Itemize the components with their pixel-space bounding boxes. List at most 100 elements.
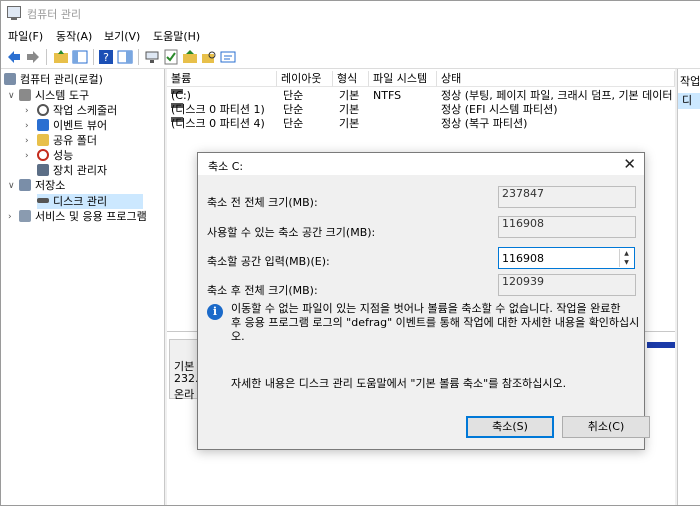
toolbar-separator [46, 49, 47, 65]
tree-label-task-scheduler: 작업 스케줄러 [53, 104, 118, 117]
available-space-label: 사용할 수 있는 축소 공간 크기(MB): [207, 226, 376, 239]
menu-action[interactable]: 동작(A) [56, 28, 92, 44]
window-title: 컴퓨터 관리 [27, 8, 82, 21]
tree-item-storage[interactable]: 저장소 [19, 178, 65, 193]
help-icon[interactable]: ? [98, 49, 114, 65]
tree-label-disk-management: 디스크 관리 [53, 195, 108, 208]
chevron-right-icon[interactable]: › [25, 151, 29, 161]
volume-layout: 단순 [283, 89, 304, 102]
chevron-right-icon[interactable]: › [25, 136, 29, 146]
up-folder-icon[interactable] [53, 49, 69, 65]
column-header-volume[interactable]: 볼륨 [167, 71, 277, 87]
performance-icon [37, 149, 49, 161]
info-message: 이동할 수 없는 파일이 있는 지점을 벗어나 볼륨을 축소할 수 없습니다. … [231, 302, 640, 344]
toolbar-separator [138, 49, 139, 65]
partition-bar[interactable] [647, 342, 675, 348]
spin-up-icon[interactable]: ▲ [619, 249, 633, 258]
tree-item-task-scheduler[interactable]: 작업 스케줄러 [37, 103, 117, 118]
volume-status: 정상 (EFI 시스템 파티션) [441, 103, 558, 116]
tree-item-device-manager[interactable]: 장치 관리자 [37, 163, 107, 178]
computer-icon [4, 73, 16, 85]
computer-management-window: 컴퓨터 관리 파일(F) 동작(A) 보기(V) 도움말(H) ? 컴퓨터 관리… [0, 0, 700, 506]
tree-item-performance[interactable]: 성능 [37, 148, 73, 163]
navigation-tree: 컴퓨터 관리(로컬) ∨ 시스템 도구 › 작업 스케줄러 › 이벤트 뷰어 ›… [1, 69, 165, 505]
window-list-icon[interactable] [220, 49, 236, 65]
chevron-down-icon[interactable]: ∨ [8, 91, 15, 101]
volume-status: 정상 (복구 파티션) [441, 117, 528, 130]
chevron-right-icon[interactable]: › [8, 212, 12, 222]
volume-type: 기본 [339, 103, 360, 116]
column-header-layout[interactable]: 레이아웃 [277, 71, 333, 87]
column-header-status[interactable]: 상태 [437, 71, 675, 87]
volume-layout: 단순 [283, 103, 304, 116]
chevron-right-icon[interactable]: › [25, 106, 29, 116]
toolbar-separator [93, 49, 94, 65]
shrink-button[interactable]: 축소(S) [466, 416, 554, 438]
total-after-value: 120939 [498, 274, 636, 296]
cancel-button[interactable]: 취소(C) [562, 416, 650, 438]
menu-help[interactable]: 도움말(H) [153, 28, 200, 44]
show-hide-tree-icon[interactable] [72, 49, 88, 65]
tree-item-system-tools[interactable]: 시스템 도구 [19, 88, 89, 103]
services-icon [19, 210, 31, 222]
spin-down-icon[interactable]: ▼ [619, 258, 633, 267]
volume-type: 기본 [339, 117, 360, 130]
tree-label-storage: 저장소 [35, 179, 66, 192]
close-icon[interactable]: ✕ [623, 155, 636, 173]
back-arrow-icon[interactable] [6, 49, 22, 65]
total-before-label: 축소 전 전체 크기(MB): [207, 196, 318, 209]
volume-name-text: (디스크 0 파티션 4) [171, 117, 265, 130]
disk-size-text: 232. [174, 372, 199, 385]
tree-item-event-viewer[interactable]: 이벤트 뷰어 [37, 118, 107, 133]
action-pane: 작업 디스 [677, 69, 700, 505]
volume-status: 정상 (부팅, 페이지 파일, 크래시 덤프, 기본 데이터 [441, 89, 673, 102]
search-folder-icon[interactable] [201, 49, 217, 65]
event-viewer-icon [37, 119, 49, 131]
table-row[interactable]: (C:) 단순 기본 NTFS 정상 (부팅, 페이지 파일, 크래시 덤프, … [167, 89, 675, 103]
shared-folder-icon [37, 134, 49, 146]
tree-item-services[interactable]: 서비스 및 응용 프로그램 [19, 209, 147, 224]
action-pane-header: 작업 [680, 75, 700, 88]
disk-icon [37, 198, 49, 203]
chevron-right-icon[interactable]: › [25, 121, 29, 131]
properties-pane-icon[interactable] [117, 49, 133, 65]
tree-label-services: 서비스 및 응용 프로그램 [35, 210, 147, 223]
menu-view[interactable]: 보기(V) [104, 28, 140, 44]
tree-root-label: 컴퓨터 관리(로컬) [20, 73, 103, 86]
menu-file[interactable]: 파일(F) [8, 28, 43, 44]
volume-type: 기본 [339, 89, 360, 102]
volume-layout: 단순 [283, 117, 304, 130]
svg-text:?: ? [103, 51, 109, 64]
column-header-filesystem[interactable]: 파일 시스템 [369, 71, 437, 87]
info-icon: i [207, 304, 223, 320]
volume-filesystem: NTFS [373, 89, 402, 102]
info-line: 후 응용 프로그램 로그의 "defrag" 이벤트를 통해 작업에 대한 자세… [231, 316, 640, 329]
volume-name-text: (C:) [171, 89, 191, 102]
tree-item-disk-management[interactable]: 디스크 관리 [37, 194, 143, 209]
available-space-value: 116908 [498, 216, 636, 238]
shrink-amount-input[interactable] [499, 248, 618, 268]
forward-arrow-icon[interactable] [25, 49, 41, 65]
title-bar: 컴퓨터 관리 [1, 1, 700, 25]
shrink-amount-stepper[interactable]: ▲ ▼ [498, 247, 635, 269]
connect-icon[interactable] [144, 49, 160, 65]
table-row[interactable]: (디스크 0 파티션 1) 단순 기본 정상 (EFI 시스템 파티션) [167, 103, 675, 117]
table-row[interactable]: (디스크 0 파티션 4) 단순 기본 정상 (복구 파티션) [167, 117, 675, 131]
tree-label-device-manager: 장치 관리자 [53, 164, 108, 177]
export-folder-icon[interactable] [182, 49, 198, 65]
chevron-down-icon[interactable]: ∨ [8, 181, 15, 191]
tree-item-shared-folders[interactable]: 공유 폴더 [37, 133, 97, 148]
dialog-title-bar: 축소 C: ✕ [198, 153, 644, 175]
storage-icon [19, 179, 31, 191]
action-item-disk-management[interactable]: 디스 [678, 93, 700, 109]
info-line: 이동할 수 없는 파일이 있는 지점을 벗어나 볼륨을 축소할 수 없습니다. … [231, 302, 621, 315]
dialog-title: 축소 C: [208, 160, 244, 173]
total-after-label: 축소 후 전체 크기(MB): [207, 284, 318, 297]
column-header-type[interactable]: 형식 [333, 71, 369, 87]
tools-icon [19, 89, 31, 101]
device-manager-icon [37, 164, 49, 176]
checklist-icon[interactable] [163, 49, 179, 65]
tree-label-performance: 성능 [53, 149, 74, 162]
tree-root[interactable]: 컴퓨터 관리(로컬) [4, 72, 103, 87]
info-line: 오. [231, 330, 245, 343]
